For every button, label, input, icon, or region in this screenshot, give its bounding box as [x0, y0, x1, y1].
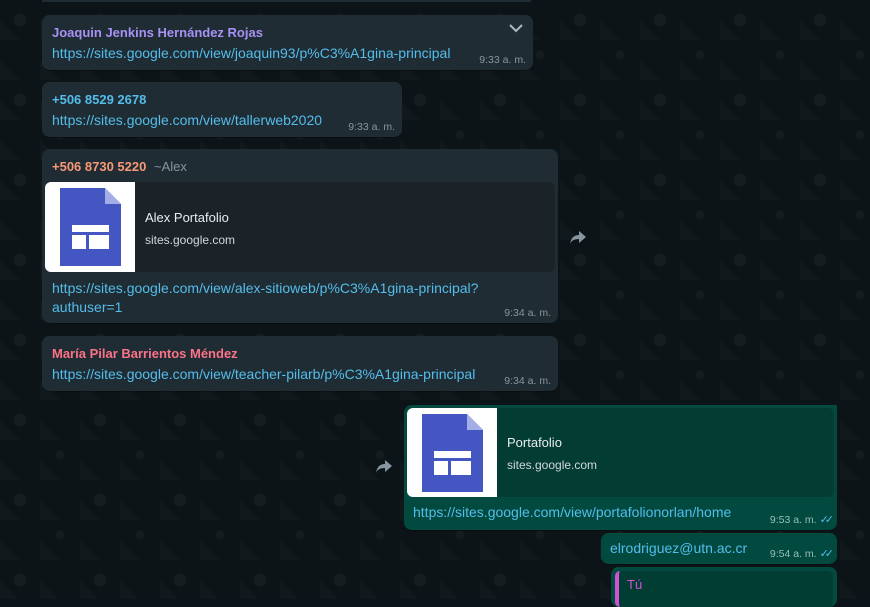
message-bubble-incoming[interactable]: +506 8529 2678 https://sites.google.com/…	[42, 82, 402, 137]
message-link-line2[interactable]: authuser=1	[52, 298, 122, 317]
quote-author: Tú	[627, 577, 643, 592]
read-receipt-icon: ✓✓	[819, 514, 835, 526]
quoted-message[interactable]: Tú	[615, 571, 833, 607]
message-time: 9:33 a. m.	[479, 54, 526, 66]
message-time: 9:53 a. m. ✓✓	[769, 513, 835, 526]
message-time: 9:33 a. m.	[348, 121, 395, 133]
chevron-down-icon[interactable]	[508, 21, 524, 39]
preview-domain: sites.google.com	[507, 458, 598, 472]
message-link[interactable]: https://sites.google.com/view/portafolio…	[413, 503, 731, 522]
sender-phone[interactable]: +506 8730 5220	[52, 159, 146, 174]
sender-phone[interactable]: +506 8529 2678	[52, 92, 146, 107]
sender-name[interactable]: María Pilar Barrientos Méndez	[52, 346, 238, 361]
forward-icon[interactable]	[374, 456, 394, 476]
message-time: 9:34 a. m.	[504, 375, 551, 387]
message-bubble-incoming[interactable]: María Pilar Barrientos Méndez https://si…	[42, 336, 558, 391]
message-email-link[interactable]: elrodriguez@utn.ac.cr	[610, 539, 747, 558]
google-sites-icon	[45, 182, 135, 272]
message-bubble-incoming[interactable]: Joaquin Jenkins Hernández Rojas https://…	[42, 15, 533, 70]
preview-title: Alex Portafolio	[145, 210, 229, 225]
preview-title: Portafolio	[507, 435, 562, 450]
sender-alias: ~Alex	[154, 159, 187, 174]
message-bubble-outgoing[interactable]: Portafolio sites.google.com https://site…	[404, 405, 837, 530]
link-preview[interactable]: Alex Portafolio sites.google.com	[45, 182, 555, 272]
sender-name[interactable]: Joaquin Jenkins Hernández Rojas	[52, 25, 263, 40]
message-time: 9:34 a. m.	[504, 307, 551, 319]
message-link[interactable]: https://sites.google.com/view/tallerweb2…	[52, 111, 322, 130]
message-bubble-incoming[interactable]: +506 8730 5220 ~Alex Alex Portafolio sit…	[42, 149, 558, 323]
previous-bubble-edge	[42, 0, 531, 2]
message-link[interactable]: https://sites.google.com/view/joaquin93/…	[52, 44, 450, 63]
preview-domain: sites.google.com	[145, 233, 236, 247]
message-time: 9:54 a. m. ✓✓	[769, 547, 835, 560]
google-sites-icon	[407, 408, 497, 497]
message-bubble-outgoing[interactable]: Tú	[611, 567, 837, 607]
link-preview[interactable]: Portafolio sites.google.com	[407, 408, 834, 497]
forward-icon[interactable]	[568, 227, 588, 247]
message-link[interactable]: https://sites.google.com/view/teacher-pi…	[52, 365, 475, 384]
read-receipt-icon: ✓✓	[819, 548, 835, 560]
message-time-text: 9:54 a. m.	[769, 548, 817, 560]
message-bubble-outgoing[interactable]: elrodriguez@utn.ac.cr 9:54 a. m. ✓✓	[601, 533, 837, 564]
message-link-line1[interactable]: https://sites.google.com/view/alex-sitio…	[52, 279, 478, 298]
message-time-text: 9:53 a. m.	[769, 514, 817, 526]
